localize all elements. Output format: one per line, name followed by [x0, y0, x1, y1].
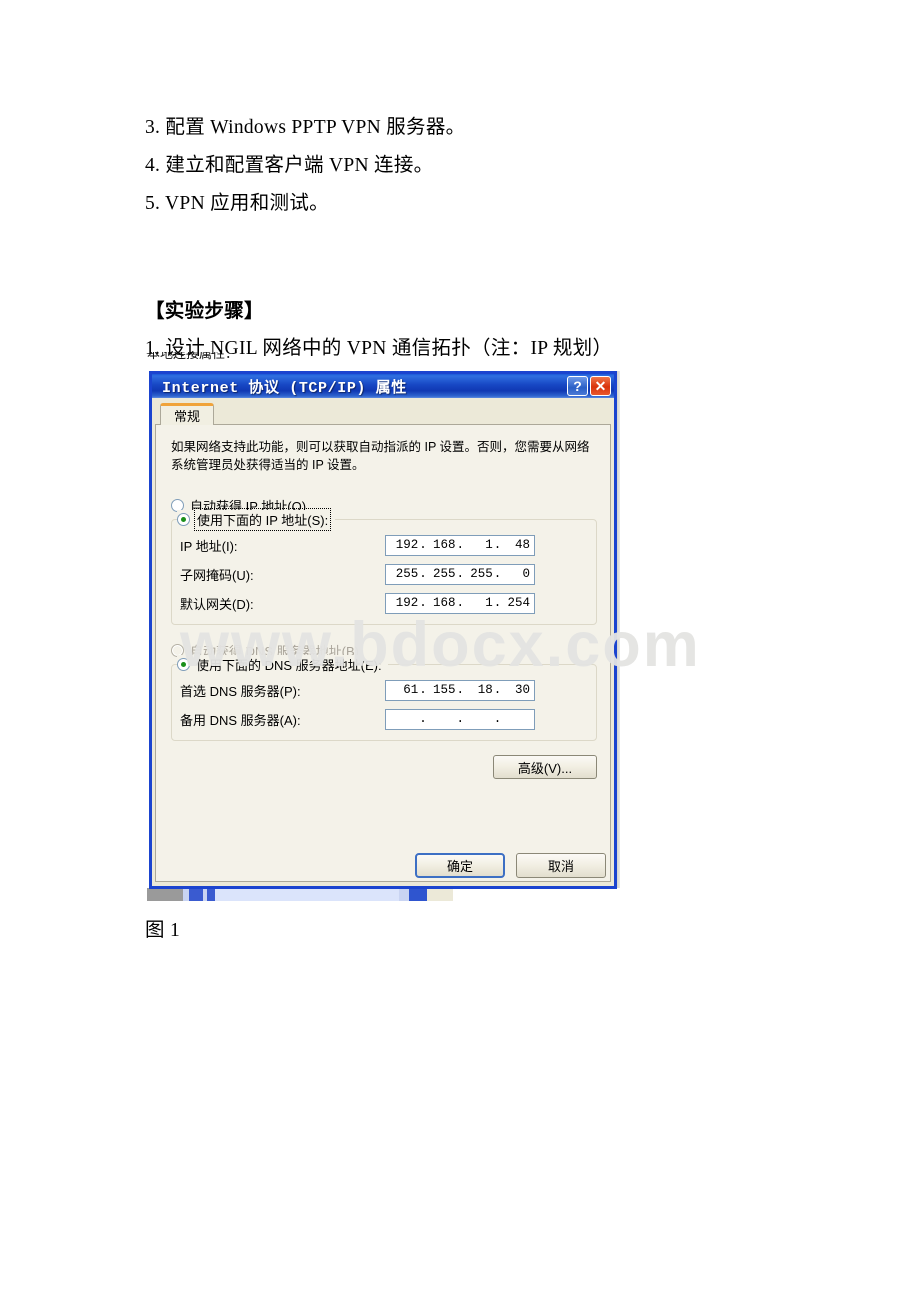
- radio-label: 使用下面的 IP 地址(S):: [193, 508, 332, 532]
- tcpip-properties-dialog: Internet 协议 (TCP/IP) 属性 ? ✕ 常规 如果网络支持此功能…: [149, 371, 617, 889]
- ip-separator-dot: .: [493, 712, 502, 727]
- document-line: 【实验步骤】: [145, 301, 264, 322]
- ip-group-box: 使用下面的 IP 地址(S): IP 地址(I): 192. 168. 1. 48 子网掩…: [171, 508, 597, 626]
- ip-octet[interactable]: 254: [501, 596, 531, 610]
- ip-octet[interactable]: 255: [389, 567, 419, 581]
- ip-octet[interactable]: 192: [389, 596, 419, 610]
- dns-settings-section: 自动获得 DNS 服务器地址(B) 使用下面的 DNS 服务器地址(E): 首选…: [171, 641, 597, 742]
- ip-octet[interactable]: 1: [464, 538, 494, 552]
- ip-octet[interactable]: 192: [389, 538, 419, 552]
- ip-separator-dot: .: [456, 683, 465, 698]
- ip-field-row: 首选 DNS 服务器(P): 61. 155. 18. 30: [180, 678, 588, 702]
- ip-settings-section: 自动获得 IP 地址(O) 使用下面的 IP 地址(S): IP 地址(I): 1…: [171, 496, 597, 626]
- ip-octet[interactable]: 255: [426, 567, 456, 581]
- ip-field-list: IP 地址(I): 192. 168. 1. 48 子网掩码(U): 255. 255. 255…: [180, 533, 588, 615]
- ip-octet[interactable]: 168: [426, 596, 456, 610]
- ip-address-input[interactable]: ...: [385, 708, 535, 730]
- ip-separator-dot: .: [493, 567, 502, 582]
- ip-octet[interactable]: 61: [389, 683, 419, 697]
- radio-button-icon: [177, 658, 190, 672]
- embedded-screenshot: Internet 协议 (TCP/IP) 属性 ? ✕ 常规 如果网络支持此功能…: [147, 371, 699, 901]
- ip-field-row: 备用 DNS 服务器(A):...: [180, 707, 588, 731]
- taskbar-segment: [147, 888, 183, 901]
- radio-button-icon: [177, 513, 190, 527]
- document-line: 3. 配置 Windows PPTP VPN 服务器。: [145, 117, 466, 138]
- titlebar-buttons: ? ✕: [567, 376, 611, 396]
- ip-address-input[interactable]: 192. 168. 1. 48: [385, 534, 535, 556]
- tab-general[interactable]: 常规: [160, 403, 215, 425]
- cancel-button[interactable]: 取消: [516, 853, 606, 878]
- ip-separator-dot: .: [419, 712, 427, 727]
- ip-separator-dot: .: [493, 596, 502, 611]
- field-label: 备用 DNS 服务器(A):: [180, 712, 301, 728]
- ip-separator-dot: .: [493, 683, 502, 698]
- ip-octet[interactable]: 255: [464, 567, 494, 581]
- ip-group-legend: 使用下面的 IP 地址(S):: [177, 508, 336, 532]
- dns-field-list: 首选 DNS 服务器(P): 61. 155. 18. 30 备用 DNS 服务器(A):…: [180, 678, 588, 731]
- dialog-client-area: 常规 如果网络支持此功能，则可以获取自动指派的 IP 设置。否则，您需要从网络系…: [152, 398, 614, 886]
- ip-separator-dot: .: [493, 538, 502, 553]
- advanced-button[interactable]: 高级(V)...: [493, 755, 597, 780]
- dns-group-legend: 使用下面的 DNS 服务器地址(E):: [177, 655, 388, 675]
- ip-octet[interactable]: 0: [501, 567, 531, 581]
- ip-octet[interactable]: 30: [501, 683, 531, 697]
- taskbar-segment: [409, 888, 427, 901]
- tab-strip: 常规: [160, 403, 609, 425]
- dns-group-box: 使用下面的 DNS 服务器地址(E): 首选 DNS 服务器(P): 61. 155…: [171, 655, 597, 742]
- taskbar-segment: [215, 888, 399, 901]
- taskbar-segment: [399, 888, 409, 901]
- field-label: 子网掩码(U):: [180, 567, 254, 583]
- ip-address-input[interactable]: 192. 168. 1. 254: [385, 592, 535, 614]
- ip-separator-dot: .: [419, 567, 427, 582]
- ip-separator-dot: .: [419, 538, 427, 553]
- document-line: 5. VPN 应用和测试。: [145, 193, 329, 214]
- ip-separator-dot: .: [456, 538, 465, 553]
- document-page: 3. 配置 Windows PPTP VPN 服务器。 4. 建立和配置客户端 V…: [0, 0, 920, 1302]
- dialog-description: 如果网络支持此功能，则可以获取自动指派的 IP 设置。否则，您需要从网络系统管理…: [171, 440, 590, 473]
- close-icon[interactable]: ✕: [590, 376, 611, 396]
- radio-use-following-ip[interactable]: 使用下面的 IP 地址(S):: [177, 508, 332, 532]
- ok-button[interactable]: 确定: [415, 853, 505, 878]
- taskbar-fragment: [147, 888, 620, 901]
- tab-page-general: 如果网络支持此功能，则可以获取自动指派的 IP 设置。否则，您需要从网络系统管理…: [155, 424, 611, 882]
- ip-field-row: 子网掩码(U): 255. 255. 255. 0: [180, 562, 588, 586]
- taskbar-segment: [427, 888, 453, 901]
- document-line: 图 1: [145, 920, 181, 941]
- ip-field-row: 默认网关(D): 192. 168. 1. 254: [180, 591, 588, 615]
- ip-separator-dot: .: [419, 596, 427, 611]
- taskbar-segment: [189, 888, 203, 901]
- dialog-title: Internet 协议 (TCP/IP) 属性: [162, 379, 407, 397]
- radio-use-following-dns[interactable]: 使用下面的 DNS 服务器地址(E):: [177, 655, 382, 674]
- ip-field-row: IP 地址(I): 192. 168. 1. 48: [180, 533, 588, 557]
- dialog-titlebar[interactable]: Internet 协议 (TCP/IP) 属性 ? ✕: [152, 371, 614, 398]
- ip-octet[interactable]: 155: [426, 683, 456, 697]
- field-label: 默认网关(D):: [180, 596, 254, 612]
- ip-octet[interactable]: 1: [464, 596, 494, 610]
- ip-address-input[interactable]: 255. 255. 255. 0: [385, 563, 535, 585]
- taskbar-segment: [207, 888, 215, 901]
- ip-octet[interactable]: 18: [464, 683, 494, 697]
- field-label: IP 地址(I):: [180, 538, 238, 554]
- field-label: 首选 DNS 服务器(P):: [180, 683, 301, 699]
- radio-label: 使用下面的 DNS 服务器地址(E):: [196, 658, 382, 674]
- advanced-button-row: 高级(V)...: [169, 755, 597, 780]
- ip-separator-dot: .: [419, 683, 427, 698]
- ip-separator-dot: .: [456, 712, 465, 727]
- taskbar-segment: [453, 888, 620, 901]
- ip-octet[interactable]: 168: [426, 538, 456, 552]
- document-line: 4. 建立和配置客户端 VPN 连接。: [145, 155, 434, 176]
- ip-octet[interactable]: 48: [501, 538, 531, 552]
- ip-address-input[interactable]: 61. 155. 18. 30: [385, 679, 535, 701]
- ip-separator-dot: .: [456, 567, 465, 582]
- dialog-footer-buttons: 确定 取消: [415, 853, 606, 878]
- obscured-background-text: 本地连接属性：: [147, 352, 239, 361]
- help-icon[interactable]: ?: [567, 376, 588, 396]
- ip-separator-dot: .: [456, 596, 465, 611]
